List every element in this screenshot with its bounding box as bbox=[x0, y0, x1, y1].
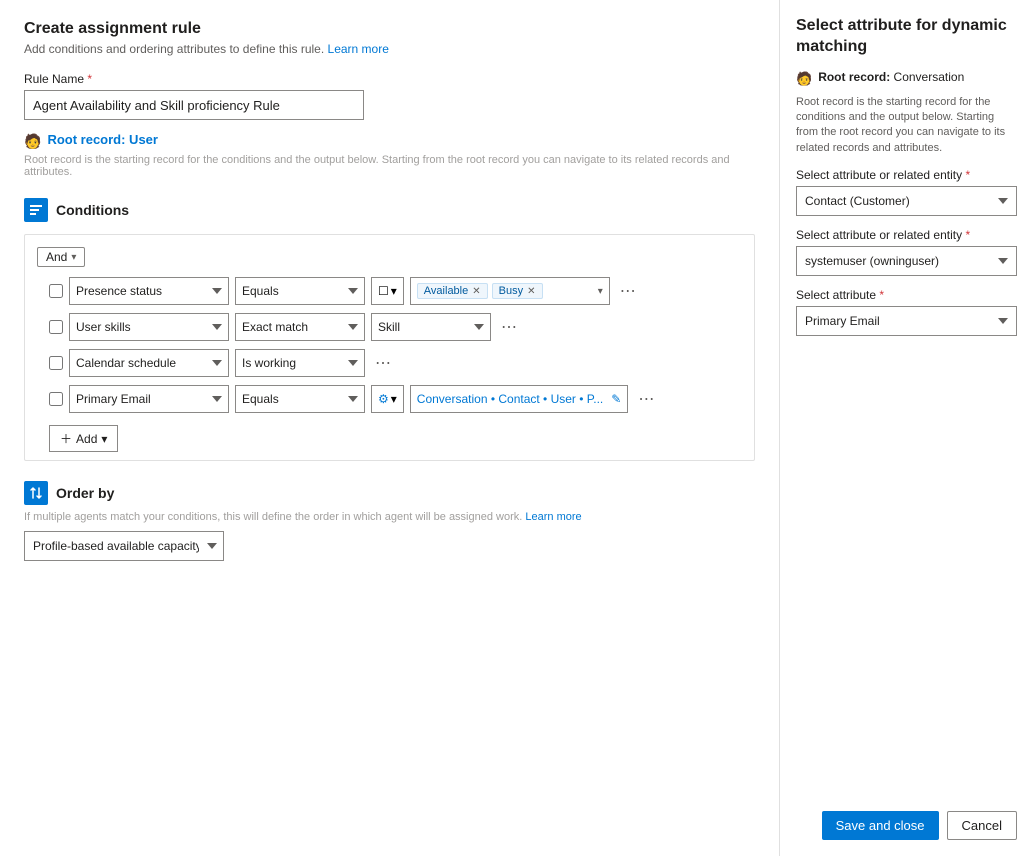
order-by-header: Order by bbox=[24, 481, 755, 505]
condition-checkbox-4[interactable] bbox=[49, 392, 63, 406]
entity1-label: Select attribute or related entity * bbox=[796, 168, 1017, 182]
tag-busy: Busy ✕ bbox=[492, 283, 543, 299]
save-and-close-button[interactable]: Save and close bbox=[822, 811, 939, 840]
row-menu-btn-3[interactable]: ⋯ bbox=[371, 353, 395, 373]
field-select-2[interactable]: User skills bbox=[69, 313, 229, 341]
chevron-down-icon: ▾ bbox=[598, 286, 603, 297]
learn-more-link[interactable]: Learn more bbox=[328, 42, 389, 56]
and-badge[interactable]: And ▾ bbox=[37, 247, 85, 267]
condition-checkbox-3[interactable] bbox=[49, 356, 63, 370]
attribute-label: Select attribute * bbox=[796, 288, 1017, 302]
value-type-btn-1[interactable]: ☐ ▾ bbox=[371, 277, 404, 305]
cancel-button[interactable]: Cancel bbox=[947, 811, 1017, 840]
chevron-down-icon: ▾ bbox=[101, 432, 107, 446]
rule-name-input[interactable] bbox=[24, 90, 364, 120]
attribute-select[interactable]: Primary Email bbox=[796, 306, 1017, 336]
entity2-select[interactable]: systemuser (owninguser) bbox=[796, 246, 1017, 276]
tag-close-available[interactable]: ✕ bbox=[472, 286, 480, 297]
page-title: Create assignment rule bbox=[24, 20, 755, 38]
page-subtitle: Add conditions and ordering attributes t… bbox=[24, 42, 755, 56]
dynamic-icon: ⚙ bbox=[378, 392, 389, 406]
condition-row: User skills Exact match Skill ⋯ bbox=[37, 313, 742, 341]
order-by-title: Order by bbox=[56, 485, 114, 501]
root-record-box: 🧑 Root record: User bbox=[24, 132, 755, 150]
order-learn-more-link[interactable]: Learn more bbox=[525, 511, 581, 523]
entity1-select[interactable]: Contact (Customer) bbox=[796, 186, 1017, 216]
chevron-down-icon: ▾ bbox=[391, 284, 397, 298]
operator-select-1[interactable]: Equals bbox=[235, 277, 365, 305]
condition-row: Primary Email Equals ⚙ ▾ Conversation • … bbox=[37, 385, 742, 413]
side-root-record: 🧑 Root record: Conversation bbox=[796, 70, 1017, 87]
root-record-desc: Root record is the starting record for t… bbox=[24, 154, 755, 178]
condition-row: Calendar schedule Is working ⋯ bbox=[37, 349, 742, 377]
condition-checkbox-1[interactable] bbox=[49, 284, 63, 298]
plus-icon: ＋ bbox=[60, 430, 72, 447]
dynamic-value-4: Conversation • Contact • User • P... ✎ bbox=[410, 385, 629, 413]
operator-select-3[interactable]: Is working bbox=[235, 349, 365, 377]
value-type-btn-4[interactable]: ⚙ ▾ bbox=[371, 385, 404, 413]
order-by-desc: If multiple agents match your conditions… bbox=[24, 511, 755, 523]
entity2-label: Select attribute or related entity * bbox=[796, 228, 1017, 242]
side-panel-title: Select attribute for dynamic matching bbox=[796, 16, 1017, 58]
tag-close-busy[interactable]: ✕ bbox=[527, 286, 535, 297]
add-condition-button[interactable]: ＋ Add ▾ bbox=[49, 425, 118, 452]
row-menu-btn-4[interactable]: ⋯ bbox=[634, 389, 658, 409]
edit-icon[interactable]: ✎ bbox=[611, 392, 621, 406]
condition-row: Presence status Equals ☐ ▾ Available ✕ B… bbox=[37, 277, 742, 305]
side-root-desc: Root record is the starting record for t… bbox=[796, 95, 1017, 157]
tag-available: Available ✕ bbox=[417, 283, 488, 299]
rule-name-label: Rule Name * bbox=[24, 72, 755, 86]
conditions-icon bbox=[24, 198, 48, 222]
operator-select-2[interactable]: Exact match bbox=[235, 313, 365, 341]
status-icon: ☐ bbox=[378, 284, 389, 298]
main-panel: Create assignment rule Add conditions an… bbox=[0, 0, 780, 856]
order-by-select[interactable]: Profile-based available capacity bbox=[24, 531, 224, 561]
conditions-area: And ▾ Presence status Equals ☐ ▾ Availab… bbox=[24, 234, 755, 461]
tag-input-1: Available ✕ Busy ✕ ▾ bbox=[410, 277, 610, 305]
row-menu-btn-2[interactable]: ⋯ bbox=[497, 317, 521, 337]
row-menu-btn-1[interactable]: ⋯ bbox=[616, 281, 640, 301]
chevron-down-icon: ▾ bbox=[71, 252, 76, 263]
conditions-header: Conditions bbox=[24, 198, 755, 222]
side-root-icon: 🧑 bbox=[796, 71, 812, 87]
root-record-label: Root record: User bbox=[47, 132, 158, 147]
root-record-icon: 🧑 bbox=[24, 133, 41, 150]
conditions-title: Conditions bbox=[56, 202, 129, 218]
order-by-icon bbox=[24, 481, 48, 505]
value-select-2[interactable]: Skill bbox=[371, 313, 491, 341]
condition-checkbox-2[interactable] bbox=[49, 320, 63, 334]
chevron-down-icon: ▾ bbox=[391, 392, 397, 406]
order-by-section: Order by If multiple agents match your c… bbox=[24, 481, 755, 561]
side-root-label: Root record: Conversation bbox=[818, 70, 964, 84]
footer-buttons: Save and close Cancel bbox=[822, 811, 1017, 840]
operator-select-4[interactable]: Equals bbox=[235, 385, 365, 413]
field-select-1[interactable]: Presence status bbox=[69, 277, 229, 305]
side-panel: Select attribute for dynamic matching 🧑 … bbox=[780, 0, 1033, 856]
field-select-4[interactable]: Primary Email bbox=[69, 385, 229, 413]
field-select-3[interactable]: Calendar schedule bbox=[69, 349, 229, 377]
